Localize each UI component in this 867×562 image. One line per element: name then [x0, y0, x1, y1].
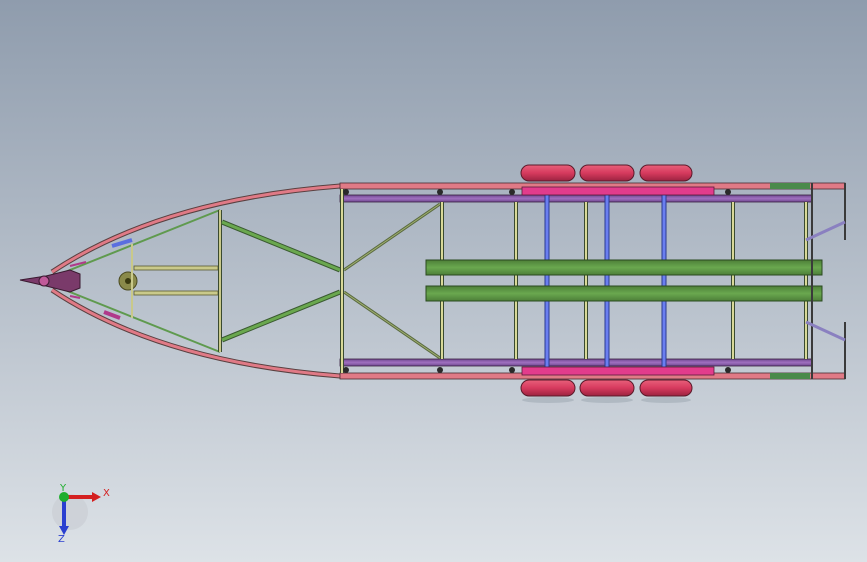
wheel-front-left[interactable] — [520, 164, 576, 182]
triad-shadow — [52, 494, 88, 530]
y-axis-label: Y — [59, 483, 67, 494]
z-axis-label: Z — [58, 534, 65, 545]
model-canvas[interactable]: X Y Z — [0, 0, 867, 562]
cad-viewport[interactable]: X Y Z — [0, 0, 867, 562]
x-axis-label: X — [103, 488, 110, 499]
wheel-rear-right[interactable] — [639, 379, 693, 397]
wheel-mid-right[interactable] — [579, 379, 635, 397]
wheel-mid-left[interactable] — [579, 164, 635, 182]
wheel-rear-left[interactable] — [639, 164, 693, 182]
wheel-front-right[interactable] — [520, 379, 576, 397]
